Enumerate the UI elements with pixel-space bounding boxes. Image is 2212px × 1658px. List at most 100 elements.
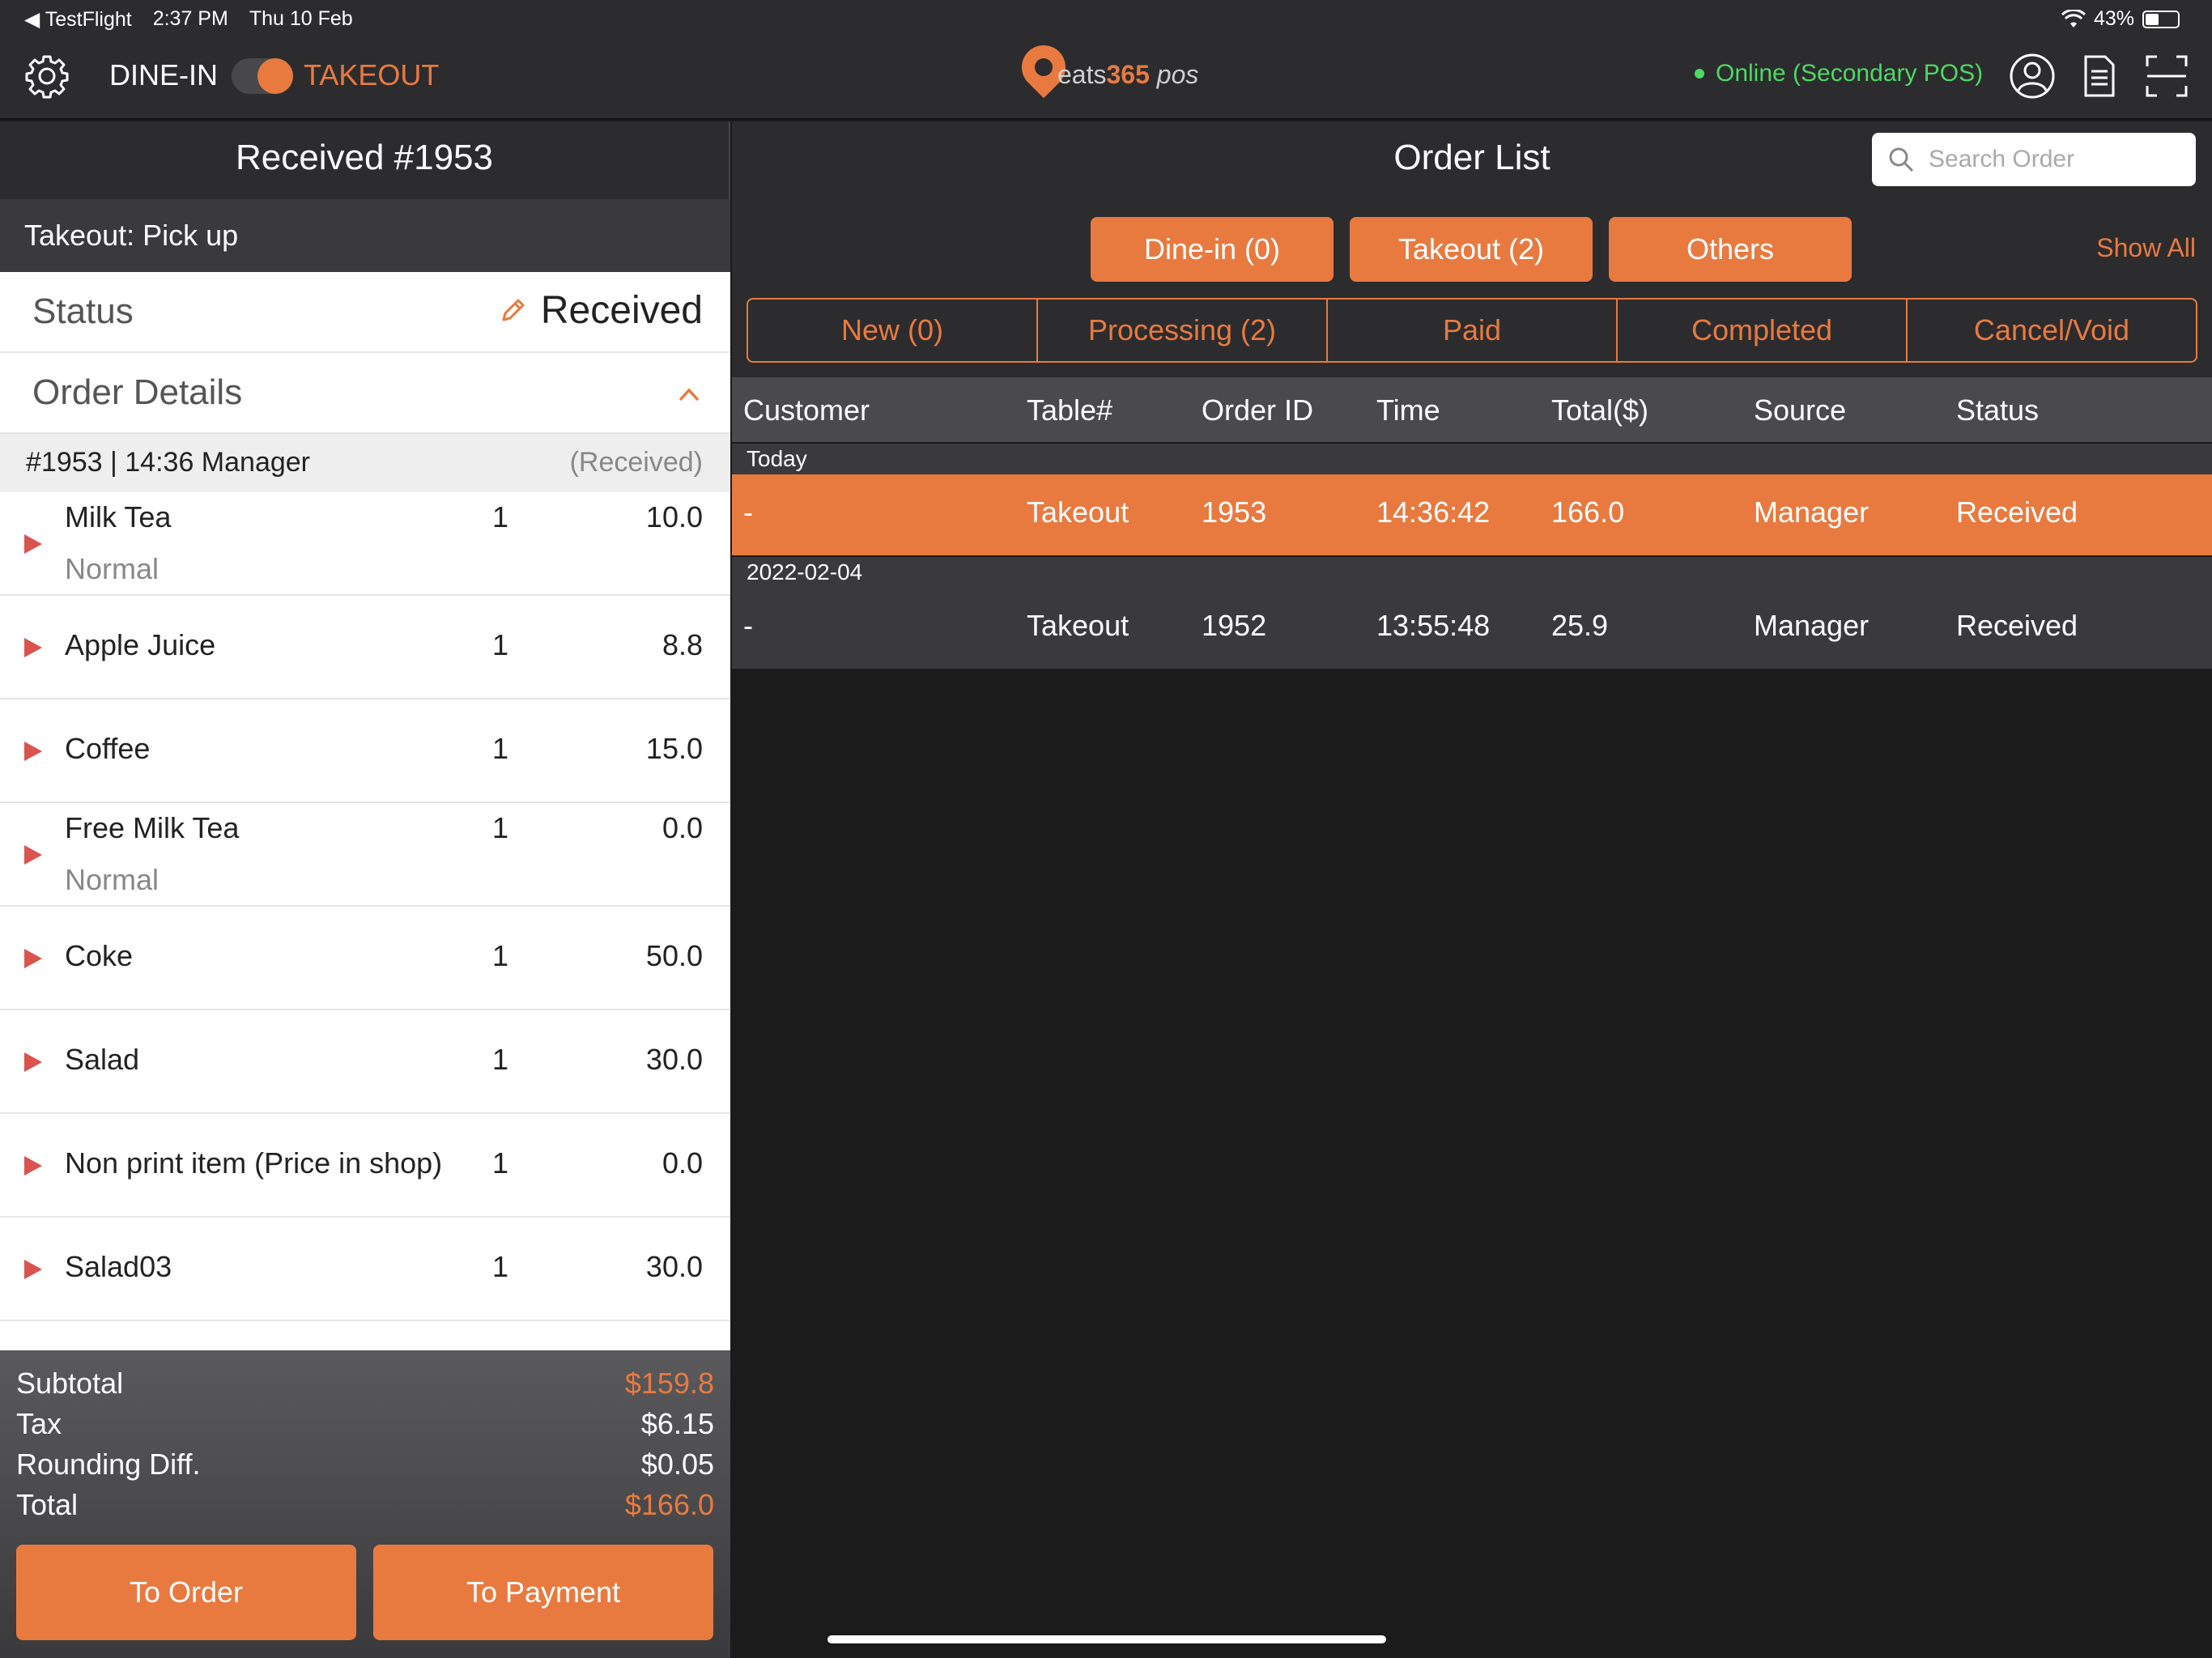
expand-triangle-icon[interactable] bbox=[24, 949, 42, 968]
cell-status: Received bbox=[1956, 609, 2078, 642]
list-item[interactable]: Milk Tea Normal 1 10.0 bbox=[0, 492, 730, 596]
user-profile-icon[interactable] bbox=[2008, 52, 2057, 100]
subtotal-row: Subtotal $159.8 bbox=[16, 1367, 714, 1401]
item-price: 0.0 bbox=[661, 811, 703, 844]
order-detail-title: Received #1953 bbox=[235, 138, 493, 177]
search-order-input[interactable] bbox=[1929, 142, 2180, 176]
list-item[interactable]: Non print item (Price in shop) 1 0.0 bbox=[0, 1114, 730, 1218]
cell-table: Takeout bbox=[1027, 495, 1129, 529]
tax-label: Tax bbox=[16, 1407, 62, 1440]
list-item[interactable]: Coke 1 50.0 bbox=[0, 907, 730, 1010]
order-list-panel: Dine-in (0) Takeout (2) Others Show All … bbox=[732, 199, 2212, 1658]
settings-gear-icon[interactable] bbox=[24, 53, 70, 99]
item-quantity: 1 bbox=[492, 500, 509, 534]
item-price: 30.0 bbox=[645, 1250, 703, 1283]
rounding-row: Rounding Diff. $0.05 bbox=[16, 1448, 714, 1482]
subtotal-label: Subtotal bbox=[16, 1367, 124, 1400]
cell-order-id: 1953 bbox=[1202, 495, 1267, 529]
tab-processing[interactable]: Processing (2) bbox=[1038, 300, 1328, 361]
home-indicator[interactable] bbox=[827, 1635, 1386, 1643]
column-total[interactable]: Total($) bbox=[1551, 393, 1648, 427]
expand-triangle-icon[interactable] bbox=[24, 1260, 42, 1279]
cell-customer: - bbox=[743, 609, 753, 642]
table-row[interactable]: - Takeout 1953 14:36:42 166.0 Manager Re… bbox=[732, 474, 2212, 555]
document-list-icon[interactable] bbox=[2074, 52, 2123, 100]
column-table[interactable]: Table# bbox=[1027, 393, 1112, 427]
dine-in-label[interactable]: DINE-IN bbox=[109, 58, 218, 92]
scan-frame-icon[interactable] bbox=[2142, 52, 2191, 100]
cell-time: 13:55:48 bbox=[1376, 609, 1491, 642]
tax-value: $6.15 bbox=[640, 1407, 714, 1440]
subtotal-value: $159.8 bbox=[624, 1367, 714, 1400]
list-item[interactable]: Free Milk Tea Normal 1 0.0 bbox=[0, 803, 730, 907]
column-time[interactable]: Time bbox=[1376, 393, 1440, 427]
tab-paid[interactable]: Paid bbox=[1328, 300, 1618, 361]
list-item[interactable]: Salad03 1 30.0 bbox=[0, 1218, 730, 1321]
cell-total: 166.0 bbox=[1551, 495, 1625, 529]
column-status[interactable]: Status bbox=[1956, 393, 2039, 427]
list-item[interactable]: Apple Juice 1 8.8 bbox=[0, 596, 730, 699]
column-source[interactable]: Source bbox=[1754, 393, 1846, 427]
logo-text-number: 365 bbox=[1106, 60, 1150, 89]
item-price: 0.0 bbox=[661, 1146, 703, 1180]
connection-status-text: Online (Secondary POS) bbox=[1716, 60, 1984, 87]
date-group-header: 2022-02-04 bbox=[732, 557, 2212, 588]
column-customer[interactable]: Customer bbox=[743, 393, 870, 427]
order-summary-header: #1953 | 14:36 Manager (Received) bbox=[0, 434, 730, 492]
logo-text-prefix: eats bbox=[1057, 60, 1107, 89]
dine-in-takeout-toggle[interactable] bbox=[232, 58, 293, 94]
wifi-icon bbox=[2061, 9, 2086, 28]
edit-pencil-icon[interactable] bbox=[499, 297, 526, 325]
order-status-row[interactable]: Status Received bbox=[0, 272, 730, 353]
cell-order-id: 1952 bbox=[1202, 609, 1267, 642]
expand-triangle-icon[interactable] bbox=[24, 845, 42, 865]
item-name: Coffee bbox=[65, 732, 151, 765]
filter-others-button[interactable]: Others bbox=[1609, 217, 1852, 282]
total-label: Total bbox=[16, 1488, 79, 1521]
back-to-app-link[interactable]: ◀ TestFlight bbox=[24, 7, 132, 32]
to-payment-button[interactable]: To Payment bbox=[373, 1545, 713, 1640]
total-value: $166.0 bbox=[624, 1488, 714, 1521]
order-details-toggle[interactable]: Order Details bbox=[0, 353, 730, 434]
date: Thu 10 Feb bbox=[249, 7, 353, 30]
cell-source: Manager bbox=[1754, 495, 1870, 529]
expand-triangle-icon[interactable] bbox=[24, 742, 42, 761]
filter-dine-in-button[interactable]: Dine-in (0) bbox=[1091, 217, 1334, 282]
filter-takeout-button[interactable]: Takeout (2) bbox=[1350, 217, 1593, 282]
status-label: Status bbox=[32, 291, 134, 331]
rounding-label: Rounding Diff. bbox=[16, 1448, 201, 1481]
item-name: Apple Juice bbox=[65, 628, 216, 661]
expand-triangle-icon[interactable] bbox=[24, 534, 42, 554]
status-filter-tabs: New (0) Processing (2) Paid Completed Ca… bbox=[747, 298, 2197, 363]
logo-text-suffix: pos bbox=[1156, 60, 1199, 89]
tab-new[interactable]: New (0) bbox=[748, 300, 1038, 361]
list-item[interactable]: Milk Tea (Weekend)116.0 bbox=[0, 1321, 730, 1350]
item-quantity: 1 bbox=[492, 1146, 509, 1180]
item-name: Non print item (Price in shop) bbox=[65, 1146, 443, 1180]
chevron-up-icon[interactable] bbox=[675, 380, 703, 408]
total-row: Total $166.0 bbox=[16, 1488, 714, 1522]
item-quantity: 1 bbox=[492, 1043, 509, 1076]
column-order-id[interactable]: Order ID bbox=[1202, 393, 1313, 427]
show-all-link[interactable]: Show All bbox=[2096, 233, 2196, 263]
item-name: Salad03 bbox=[65, 1250, 172, 1283]
tab-completed[interactable]: Completed bbox=[1618, 300, 1908, 361]
to-order-button[interactable]: To Order bbox=[16, 1545, 356, 1640]
search-box[interactable] bbox=[1872, 133, 2196, 186]
toggle-knob bbox=[257, 58, 293, 94]
takeout-label[interactable]: TAKEOUT bbox=[304, 58, 439, 92]
list-item[interactable]: Coffee 1 15.0 bbox=[0, 699, 730, 803]
expand-triangle-icon[interactable] bbox=[24, 1156, 42, 1175]
expand-triangle-icon[interactable] bbox=[24, 1052, 42, 1072]
tax-row: Tax $6.15 bbox=[16, 1407, 714, 1441]
item-price: 30.0 bbox=[645, 1043, 703, 1076]
expand-triangle-icon[interactable] bbox=[24, 638, 42, 657]
list-item[interactable]: Salad 1 30.0 bbox=[0, 1010, 730, 1114]
tab-cancel-void[interactable]: Cancel/Void bbox=[1908, 300, 2196, 361]
item-name: Coke bbox=[65, 939, 134, 972]
item-modifier: Normal bbox=[65, 552, 160, 585]
item-name: Milk Tea bbox=[65, 500, 172, 534]
item-name: Free Milk Tea bbox=[65, 811, 240, 844]
table-row[interactable]: - Takeout 1952 13:55:48 25.9 Manager Rec… bbox=[732, 588, 2212, 669]
battery-percent: 43% bbox=[2093, 7, 2134, 30]
